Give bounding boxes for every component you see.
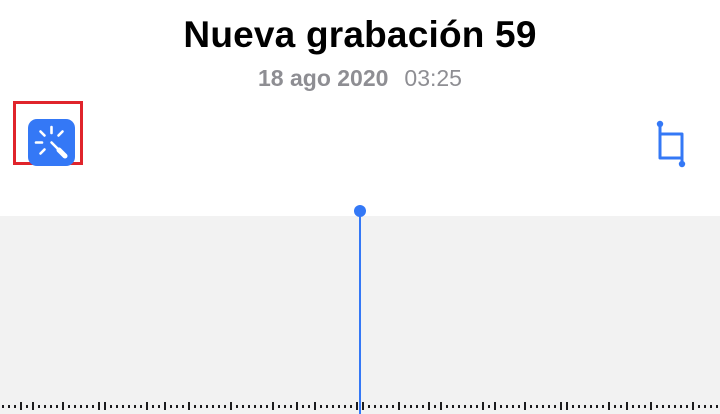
recording-date: 18 ago 2020	[258, 65, 389, 91]
playhead-handle[interactable]	[354, 205, 366, 217]
enhance-recording-button[interactable]	[28, 119, 75, 166]
crop-icon	[656, 120, 686, 168]
recording-meta: 18 ago 2020 03:25	[0, 65, 720, 92]
recording-title[interactable]: Nueva grabación 59	[0, 14, 720, 56]
playhead-line[interactable]	[359, 210, 361, 414]
trim-button[interactable]	[648, 118, 692, 174]
recording-duration: 03:25	[404, 65, 462, 91]
magic-wand-icon	[34, 125, 68, 159]
